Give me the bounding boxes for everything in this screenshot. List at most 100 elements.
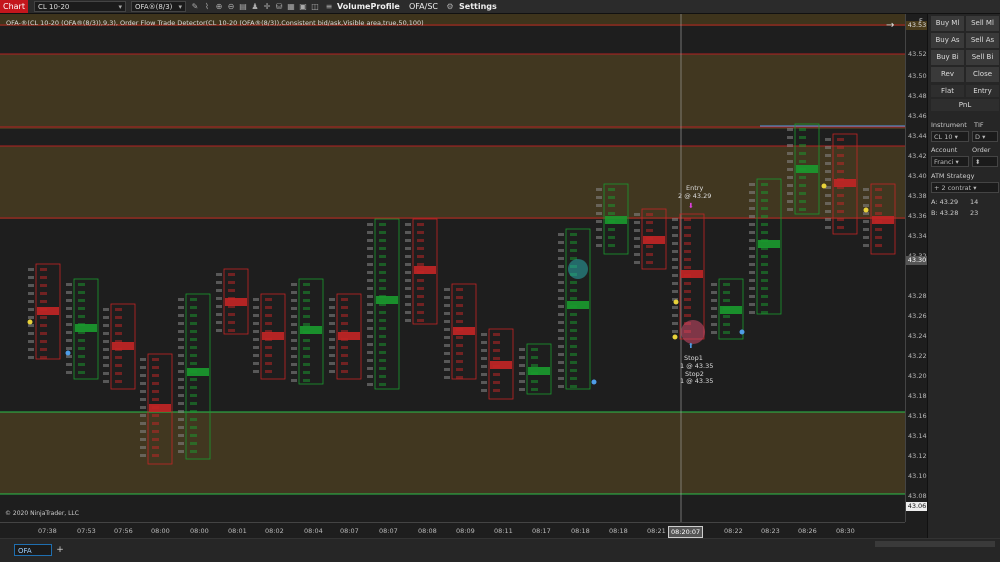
footprint-cell	[190, 394, 197, 397]
footprint-cell	[558, 377, 564, 380]
buy-bid-button[interactable]: Buy Bi	[931, 50, 964, 65]
price-axis[interactable]: 43.52 43.50 43.48 43.46 43.44 43.42 43.40 43.38…	[905, 14, 928, 522]
trade-detector-dot	[672, 334, 678, 340]
atm-strategy-field[interactable]: + 2 contrat ▾	[931, 182, 999, 193]
account-field[interactable]: Franci ▾	[931, 156, 969, 167]
price-label: 43.50	[908, 72, 927, 80]
chart-tab[interactable]: Chart	[0, 0, 28, 13]
sell-market-button[interactable]: Sell Ml	[966, 16, 999, 31]
instrument-field[interactable]: CL 10 ▾	[931, 131, 969, 142]
footprint-cell	[405, 231, 411, 234]
footprint-cell	[761, 255, 768, 258]
instrument-select[interactable]: CL 10-20 ▾	[34, 1, 126, 12]
period-select[interactable]: OFA®(8/3) ▾	[131, 1, 186, 12]
quantity-stepper[interactable]: ⬍	[972, 156, 998, 167]
footprint-cell	[66, 299, 72, 302]
footprint-cell	[178, 298, 184, 301]
poc-cell	[37, 307, 59, 315]
footprint-cell	[329, 362, 335, 365]
zoom-out-icon[interactable]: ⊖	[226, 1, 236, 12]
footprint-cell	[341, 314, 348, 317]
footprint-cell	[78, 363, 85, 366]
footprint-cell	[40, 300, 47, 303]
trade-detector-dot	[591, 379, 597, 385]
footprint-cell	[825, 162, 831, 165]
footprint-cell	[66, 363, 72, 366]
footprint-cell	[190, 386, 197, 389]
buy-market-button[interactable]: Buy Ml	[931, 16, 964, 31]
instrument-label: Instrument	[931, 121, 967, 129]
settings-button[interactable]: Settings	[459, 0, 497, 13]
chart-trader-icon[interactable]: ⛁	[274, 1, 284, 12]
footprint-cell	[825, 194, 831, 197]
footprint-cell	[190, 418, 197, 421]
strategies-icon[interactable]: ♟	[250, 1, 260, 12]
tif-field[interactable]: D ▾	[972, 131, 998, 142]
footprint-cell	[178, 354, 184, 357]
footprint-cell	[875, 212, 882, 215]
footprint-cell	[799, 200, 806, 203]
sell-bid-button[interactable]: Sell Bi	[966, 50, 999, 65]
pencil-icon[interactable]: ✎	[190, 1, 200, 12]
footprint-cell	[761, 223, 768, 226]
reverse-button[interactable]: Rev	[931, 67, 964, 82]
footprint-cell	[787, 176, 793, 179]
footprint-cell	[558, 313, 564, 316]
poc-cell	[453, 327, 475, 335]
footprint-cell	[825, 226, 831, 229]
trade-detector-dot	[821, 183, 827, 189]
footprint-cell	[178, 314, 184, 317]
footprint-cell	[178, 386, 184, 389]
tab-ofa[interactable]: OFA	[14, 544, 52, 556]
footprint-cell	[608, 188, 615, 191]
bottom-tab-bar: OFA +	[0, 538, 1000, 562]
footprint-cell	[253, 298, 259, 301]
poc-cell	[872, 216, 894, 224]
horizontal-scrollbar[interactable]	[875, 541, 995, 547]
footprint-cell	[672, 282, 678, 285]
grid-icon[interactable]: ▦	[286, 1, 296, 12]
footprint-cell	[216, 321, 222, 324]
plus-icon[interactable]: +	[934, 184, 939, 192]
footprint-cell	[28, 276, 34, 279]
footprint-cell	[456, 304, 463, 307]
draw-tool-icon[interactable]: ⌇	[202, 1, 212, 12]
footprint-cell	[329, 314, 335, 317]
footprint-cell	[367, 223, 373, 226]
volume-profile-button[interactable]: VolumeProfile	[337, 0, 400, 13]
footprint-cell	[291, 363, 297, 366]
screenshot-icon[interactable]: ◫	[310, 1, 320, 12]
footprint-cell	[646, 213, 653, 216]
footprint-cell	[66, 331, 72, 334]
footprint-cell	[367, 311, 373, 314]
footprint-cell	[253, 346, 259, 349]
zoom-in-icon[interactable]: ⊕	[214, 1, 224, 12]
footprint-cell	[456, 344, 463, 347]
footprint-cell	[216, 273, 222, 276]
chart-area[interactable]: OFA-®(CL 10-20 (OFA®(8/3)),9,3), Order F…	[0, 14, 905, 522]
properties-icon[interactable]: ▤	[238, 1, 248, 12]
footprint-cell	[444, 368, 450, 371]
add-tab-button[interactable]: +	[55, 544, 65, 556]
footprint-cell	[519, 356, 525, 359]
buy-ask-button[interactable]: Buy As	[931, 33, 964, 48]
footprint-cell	[837, 194, 844, 197]
templates-icon[interactable]: ▣	[298, 1, 308, 12]
close-button[interactable]: Close	[966, 67, 999, 82]
gear-icon[interactable]: ⚙	[445, 1, 455, 12]
footprint-cell	[28, 316, 34, 319]
footprint-cell	[66, 283, 72, 286]
footprint-cell	[367, 231, 373, 234]
footprint-cell	[672, 226, 678, 229]
chart-trader-panel: F Buy Ml Sell Ml Buy As Sell As Buy Bi S…	[919, 14, 1000, 538]
time-axis[interactable]: 08:20:07 07:38 07:53 07:56 08:00 08:00 08:01 0…	[0, 522, 905, 539]
footprint-cell	[444, 320, 450, 323]
ofa-sc-button[interactable]: OFA/SC	[409, 0, 438, 13]
footprint-cell	[329, 370, 335, 373]
arrow-right-icon[interactable]: →	[886, 20, 894, 31]
footprint-cell	[672, 242, 678, 245]
footprint-cell	[417, 231, 424, 234]
footprint-cell	[444, 328, 450, 331]
sell-ask-button[interactable]: Sell As	[966, 33, 999, 48]
crosshair-icon[interactable]: ✛	[262, 1, 272, 12]
